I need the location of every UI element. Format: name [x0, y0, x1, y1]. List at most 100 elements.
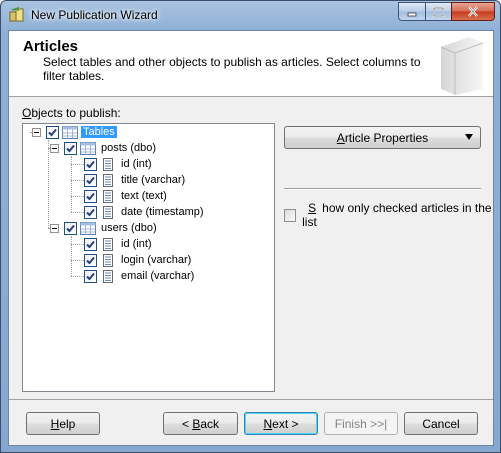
tree-node-users[interactable]: users (dbo)	[64, 220, 159, 236]
tree-connector	[71, 236, 72, 276]
app-icon	[9, 7, 24, 22]
page-header: Articles Select tables and other objects…	[9, 31, 493, 97]
accelerator-s: S	[308, 201, 317, 215]
help-button[interactable]: Help	[26, 412, 100, 435]
separator	[284, 188, 481, 190]
tree-node-posts[interactable]: posts (dbo)	[64, 140, 158, 156]
tree-connector	[71, 276, 84, 277]
wizard-window: New Publication Wizard Articles Select t…	[0, 0, 501, 453]
wizard-client-area: Articles Select tables and other objects…	[8, 30, 494, 446]
tree-node-column[interactable]: id (int)	[84, 236, 154, 252]
column-checkbox[interactable]	[84, 269, 97, 283]
tree-node-label: login (varchar)	[121, 254, 192, 266]
checkmark-icon	[86, 208, 95, 216]
minimize-icon	[407, 12, 417, 16]
checkmark-icon	[66, 144, 75, 152]
objects-label-accelerator: O	[22, 106, 32, 120]
show-only-checked-checkbox[interactable]	[284, 208, 297, 222]
tree-node-column[interactable]: email (varchar)	[84, 268, 196, 284]
column-checkbox[interactable]	[84, 157, 97, 171]
window-title: New Publication Wizard	[31, 8, 158, 22]
checkmark-icon	[66, 224, 75, 232]
tree-connector	[71, 212, 84, 213]
objects-label-rest: bjects to publish:	[31, 106, 121, 120]
tree-node-label: id (int)	[121, 158, 152, 170]
checkmark-icon	[86, 272, 95, 280]
dropdown-arrow-icon	[465, 134, 473, 140]
tree-collapse-toggle[interactable]	[32, 128, 41, 137]
tree-node-column[interactable]: text (text)	[84, 188, 169, 204]
tree-connector	[48, 140, 49, 228]
column-icon	[103, 253, 113, 267]
column-checkbox[interactable]	[84, 205, 97, 219]
page-title: Articles	[23, 38, 79, 55]
tree-node-label: title (varchar)	[121, 174, 186, 186]
title-bar[interactable]: New Publication Wizard	[1, 1, 500, 29]
wizard-footer: Help < Back Next > Finish >>| Cancel	[9, 399, 493, 445]
page-description: Select tables and other objects to publi…	[43, 55, 421, 83]
close-icon	[468, 6, 478, 17]
column-checkbox[interactable]	[84, 189, 97, 203]
accelerator-key: H	[50, 416, 60, 431]
tree-node-column[interactable]: id (int)	[84, 156, 154, 172]
tree-connector	[71, 180, 84, 181]
tree-node-tables[interactable]: Tables	[46, 124, 117, 140]
tree-collapse-toggle[interactable]	[50, 144, 59, 153]
finish-button[interactable]: Finish >>|	[324, 412, 398, 435]
next-button[interactable]: Next >	[244, 412, 318, 435]
checkmark-icon	[86, 176, 95, 184]
column-icon	[103, 205, 113, 219]
tree-connector	[71, 196, 84, 197]
article-properties-button[interactable]: Article Properties	[284, 126, 481, 149]
checkmark-icon	[86, 160, 95, 168]
column-icon	[103, 173, 113, 187]
back-button[interactable]: < Back	[163, 412, 238, 435]
column-checkbox[interactable]	[84, 173, 97, 187]
objects-tree[interactable]: Tables posts (dbo) id (int) title (varch…	[22, 123, 275, 392]
accelerator-a: A	[336, 130, 345, 145]
column-icon	[103, 189, 113, 203]
tree-node-label: id (int)	[121, 238, 152, 250]
minimize-button[interactable]	[398, 2, 425, 21]
article-properties-label: Article Properties	[337, 131, 428, 145]
tree-node-label: posts (dbo)	[101, 142, 157, 154]
finish-button-label: Finish >>|	[334, 416, 388, 431]
back-button-label: < Back	[181, 416, 220, 431]
checkmark-icon	[48, 128, 57, 136]
cancel-button-label: Cancel	[422, 416, 460, 431]
show-only-checked-option[interactable]: Show only checked articles in the list	[284, 201, 493, 229]
users-checkbox[interactable]	[64, 221, 77, 235]
tables-checkbox[interactable]	[46, 125, 59, 139]
close-button[interactable]	[451, 2, 495, 21]
tree-node-column[interactable]: title (varchar)	[84, 172, 187, 188]
tree-connector	[71, 164, 84, 165]
tree-connector	[71, 244, 84, 245]
maximize-icon	[433, 6, 444, 17]
checkmark-icon	[86, 192, 95, 200]
accelerator-key: N	[263, 416, 273, 431]
wizard-banner-graphic	[440, 37, 484, 95]
maximize-button[interactable]	[425, 2, 451, 21]
next-button-label: Next >	[263, 416, 299, 431]
show-only-checked-label: Show only checked articles in the list	[302, 201, 493, 229]
cancel-button[interactable]: Cancel	[404, 412, 478, 435]
checkmark-icon	[86, 240, 95, 248]
show-only-rest: how only checked articles in the list	[302, 201, 492, 229]
tree-node-label: email (varchar)	[121, 270, 195, 282]
tree-node-column[interactable]: login (varchar)	[84, 252, 193, 268]
column-icon	[103, 269, 113, 283]
column-checkbox[interactable]	[84, 237, 97, 251]
checkmark-icon	[86, 256, 95, 264]
tree-node-label: date (timestamp)	[121, 206, 204, 218]
table-icon	[80, 141, 96, 155]
objects-to-publish-label: Objects to publish:	[22, 106, 121, 120]
tree-collapse-toggle[interactable]	[50, 224, 59, 233]
tree-node-label: users (dbo)	[101, 222, 157, 234]
caption-buttons	[398, 2, 495, 21]
tree-node-label: Tables	[81, 126, 117, 138]
tree-node-column[interactable]: date (timestamp)	[84, 204, 206, 220]
help-button-label: Help	[50, 416, 76, 431]
accelerator-key: B	[192, 416, 201, 431]
posts-checkbox[interactable]	[64, 141, 77, 155]
column-checkbox[interactable]	[84, 253, 97, 267]
